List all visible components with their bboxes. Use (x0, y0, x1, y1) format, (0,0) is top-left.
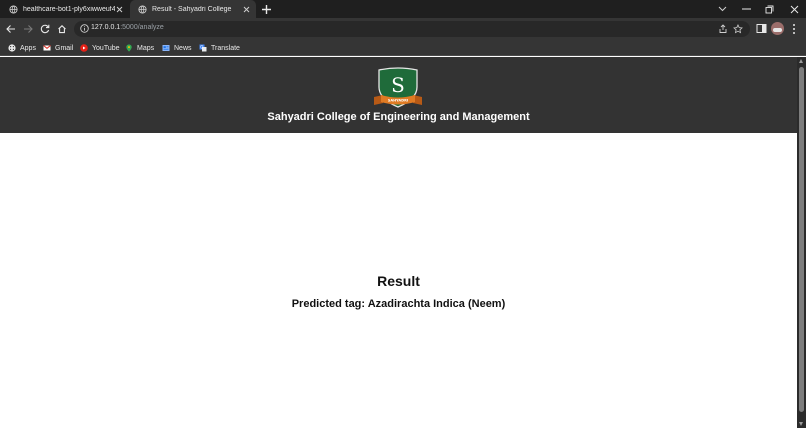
url-text[interactable]: 127.0.0.1:5000/analyze (91, 24, 164, 31)
college-name: Sahyadri College of Engineering and Mana… (267, 111, 530, 123)
bookmark-translate[interactable]: G Translate (199, 42, 240, 54)
logo-letter: S (391, 73, 405, 97)
minimize-icon[interactable] (740, 3, 752, 15)
bookmark-label: Translate (211, 44, 240, 52)
result-heading: Result (377, 273, 420, 289)
back-arrow-icon[interactable] (5, 23, 17, 35)
news-icon (162, 45, 170, 51)
globe-icon (138, 4, 147, 14)
bookmark-label: News (174, 44, 192, 52)
more-menu-icon[interactable] (791, 23, 797, 35)
site-header: S SAHYADRI Sahyadri College of Engineeri… (0, 57, 797, 133)
tab-healthcare-bot[interactable]: healthcare-bot1-ply6xiwweuf4?... (0, 0, 129, 18)
predicted-tag: Predicted tag: Azadirachta Indica (Neem) (291, 298, 506, 310)
url-path: :5000/analyze (120, 24, 164, 31)
reload-icon[interactable] (39, 23, 51, 35)
logo-ribbon-text: SAHYADRI (388, 99, 409, 103)
side-panel-icon[interactable] (756, 23, 767, 34)
scroll-down-icon[interactable] (799, 422, 803, 426)
bookmark-star-icon[interactable] (733, 24, 743, 34)
youtube-icon (80, 44, 88, 52)
bookmark-maps[interactable]: Maps (125, 42, 154, 54)
close-window-icon[interactable] (788, 3, 800, 15)
translate-icon: G (199, 44, 207, 52)
scroll-up-icon[interactable] (799, 59, 803, 63)
tab-title: Result - Sahyadri College (152, 5, 232, 13)
close-tab-icon[interactable] (115, 5, 124, 14)
forward-arrow-icon[interactable] (22, 23, 34, 35)
home-icon[interactable] (56, 23, 68, 35)
college-shield-icon: S SAHYADRI (374, 67, 422, 108)
url-host: 127.0.0.1 (91, 24, 121, 31)
maps-pin-icon (126, 44, 132, 52)
svg-text:G: G (200, 44, 203, 49)
bookmark-news[interactable]: News (162, 42, 192, 54)
profile-avatar[interactable] (771, 22, 784, 35)
vertical-scrollbar[interactable] (797, 57, 806, 428)
globe-icon (9, 4, 18, 14)
bookmark-label: Apps (20, 44, 36, 52)
browser-toolbar: 127.0.0.1:5000/analyze (0, 18, 806, 40)
restore-icon[interactable] (763, 3, 775, 15)
apps-grid-icon (8, 44, 16, 52)
new-tab-icon[interactable] (261, 4, 272, 15)
site-info-icon[interactable] (80, 24, 89, 33)
page-viewport: S SAHYADRI Sahyadri College of Engineeri… (0, 57, 797, 428)
bookmark-label: YouTube (92, 44, 120, 52)
tab-title: healthcare-bot1-ply6xiwweuf4?... (23, 5, 115, 13)
bookmark-label: Maps (137, 44, 155, 52)
bookmark-label: Gmail (55, 44, 74, 52)
college-logo: S SAHYADRI (373, 67, 423, 109)
bookmark-youtube[interactable]: YouTube (80, 42, 120, 54)
address-bar[interactable]: 127.0.0.1:5000/analyze (74, 21, 750, 37)
bookmark-apps[interactable]: Apps (8, 42, 36, 54)
close-tab-icon[interactable] (242, 5, 251, 14)
scrollbar-thumb[interactable] (799, 67, 804, 412)
share-icon[interactable] (718, 24, 728, 34)
bookmarks-bar: Apps Gmail YouTube Maps News G Translate (0, 40, 806, 56)
tab-result[interactable]: Result - Sahyadri College (130, 0, 256, 18)
tab-search-chevron-icon[interactable] (716, 3, 728, 15)
gmail-icon (43, 45, 51, 51)
tab-strip: healthcare-bot1-ply6xiwweuf4?... Result … (0, 0, 806, 18)
bookmark-gmail[interactable]: Gmail (43, 42, 73, 54)
